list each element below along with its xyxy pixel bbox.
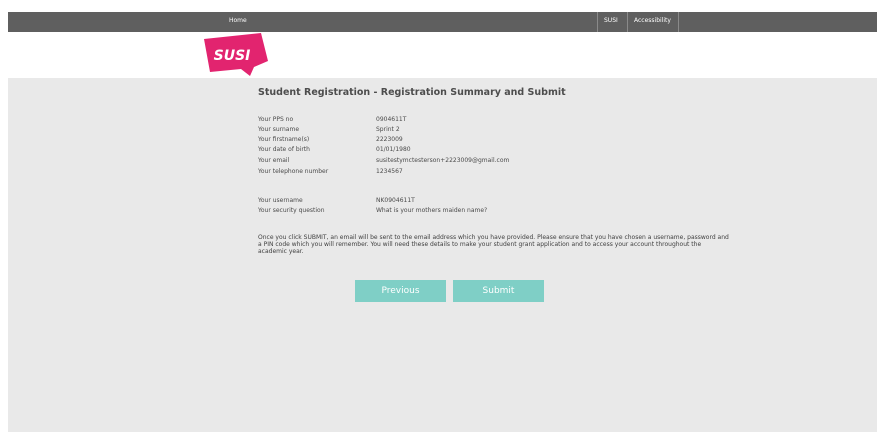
top-nav-bar: Home SUSI Accessibility xyxy=(8,12,877,32)
field-value: 1234567 xyxy=(376,168,403,175)
logo-text: SUSI xyxy=(214,48,251,64)
summary-row-dob: Your date of birth 01/01/1980 xyxy=(258,146,758,157)
field-value: 0904611T xyxy=(376,116,407,123)
field-label: Your firstname(s) xyxy=(258,136,310,143)
summary-row-email: Your email susitestymctesterson+2223009@… xyxy=(258,157,758,168)
submit-button[interactable]: Submit xyxy=(453,280,544,302)
submit-notice: Once you click SUBMIT, an email will be … xyxy=(258,234,729,255)
field-label: Your username xyxy=(258,197,303,204)
field-label: Your surname xyxy=(258,126,300,133)
field-value: 2223009 xyxy=(376,136,403,143)
nav-susi-link[interactable]: SUSI xyxy=(604,17,618,24)
main-content: Student Registration - Registration Summ… xyxy=(8,78,877,432)
nav-home-link[interactable]: Home xyxy=(229,17,247,24)
account-row-security-question: Your security question What is your moth… xyxy=(258,207,758,218)
field-value: Sprint 2 xyxy=(376,126,400,133)
field-label: Your telephone number xyxy=(258,168,329,175)
summary-row-telephone: Your telephone number 1234567 xyxy=(258,168,758,179)
nav-separator xyxy=(627,12,628,32)
field-value: susitestymctesterson+2223009@gmail.com xyxy=(376,157,510,164)
field-label: Your email xyxy=(258,157,290,164)
field-value: 01/01/1980 xyxy=(376,146,411,153)
field-label: Your security question xyxy=(258,207,325,214)
field-value: NK0904611T xyxy=(376,197,415,204)
nav-separator xyxy=(597,12,598,32)
previous-button[interactable]: Previous xyxy=(355,280,446,302)
nav-separator xyxy=(678,12,679,32)
page-title: Student Registration - Registration Summ… xyxy=(258,87,566,98)
susi-logo[interactable]: SUSI xyxy=(201,33,269,76)
field-label: Your PPS no xyxy=(258,116,294,123)
field-label: Your date of birth xyxy=(258,146,310,153)
field-value: What is your mothers maiden name? xyxy=(376,207,488,214)
nav-accessibility-link[interactable]: Accessibility xyxy=(634,17,671,24)
